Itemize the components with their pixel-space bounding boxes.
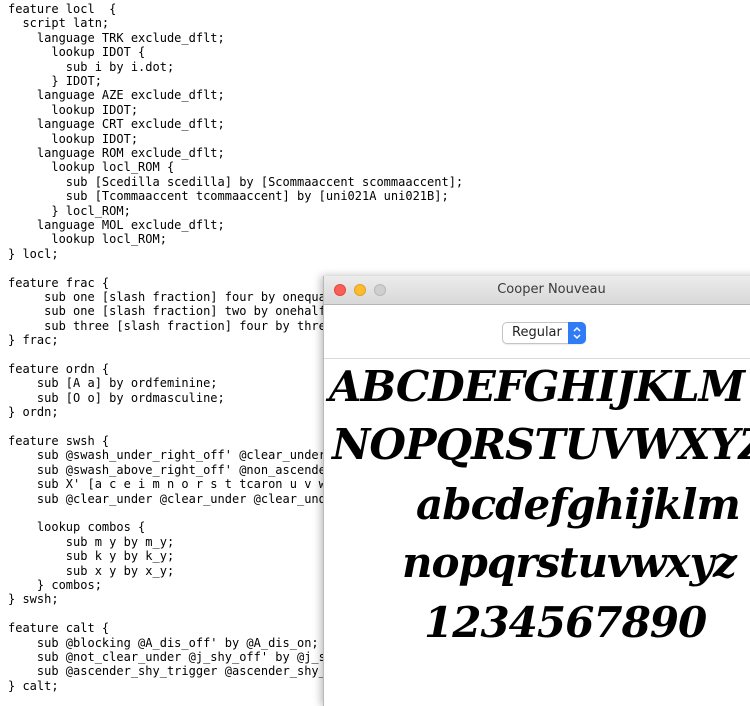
code-line: feature ordn { <box>8 362 110 376</box>
code-line: lookup IDOT { <box>8 45 146 60</box>
code-line: feature frac { <box>8 275 110 290</box>
code-line: script latn; <box>8 16 110 31</box>
code-line: sub one [slash fraction] four by onequar… <box>8 290 363 304</box>
glyph-preview: ABCDEFGHIJKLM NOPQRSTUVWXYZ abcdefghijkl… <box>324 359 750 706</box>
updown-chevron-icon <box>573 326 581 340</box>
select-stepper[interactable] <box>568 322 586 344</box>
glyph-row-lowercase-1: abcdefghijklm <box>416 480 741 529</box>
glyph-row-uppercase-1: ABCDEFGHIJKLM <box>329 362 745 411</box>
code-line: feature calt { <box>8 621 110 636</box>
code-line: sub [Scedilla scedilla] by [Scommaaccent… <box>8 174 464 189</box>
code-line: sub [Tcommaaccent tcommaaccent] by [uni0… <box>8 189 449 204</box>
code-line: sub k y by k_y; <box>8 549 175 564</box>
code-line: lookup locl_ROM; <box>8 232 167 247</box>
code-line: feature swsh { <box>8 434 110 448</box>
code-line: feature locl { <box>8 2 117 16</box>
glyph-row-numerals: 1234567890 <box>424 598 707 647</box>
code-line: sub i by i.dot; <box>8 59 175 74</box>
code-line: sub x y by x_y; <box>8 563 175 578</box>
code-line: language CRT exclude_dflt; <box>8 117 225 132</box>
code-line: sub [A a] by ordfeminine; <box>8 376 218 391</box>
code-line: sub @not_clear_under @j_shy_off' by @j_s… <box>8 650 370 664</box>
code-line: sub @blocking @A_dis_off' by @A_dis_on; <box>8 635 319 650</box>
code-line: } combos; <box>8 578 102 592</box>
code-line: } frac; <box>8 333 59 348</box>
code-line: sub one [slash fraction] two by onehalf; <box>8 304 334 319</box>
code-line: } IDOT; <box>8 74 102 88</box>
code-line: } locl; <box>8 246 59 261</box>
code-line: lookup IDOT; <box>8 131 139 146</box>
code-line: lookup combos { <box>8 520 146 535</box>
toolbar: Regular <box>324 305 750 359</box>
code-line: language AZE exclude_dflt; <box>8 88 225 103</box>
code-line: language TRK exclude_dflt; <box>8 30 225 45</box>
glyph-row-lowercase-2: nopqrstuvwxyz <box>402 538 737 587</box>
font-preview-window: Cooper Nouveau Regular ABCDEFGHIJKLM NOP… <box>323 276 750 706</box>
code-line: } swsh; <box>8 592 59 607</box>
style-select-value: Regular <box>512 325 562 340</box>
code-line: sub [O o] by ordmasculine; <box>8 390 225 405</box>
code-line: sub m y by m_y; <box>8 534 175 549</box>
style-select[interactable]: Regular <box>502 322 586 344</box>
title-bar[interactable]: Cooper Nouveau <box>324 276 750 305</box>
code-line: } calt; <box>8 678 59 693</box>
code-line: language MOL exclude_dflt; <box>8 218 225 232</box>
window-title: Cooper Nouveau <box>497 282 606 297</box>
code-line: language ROM exclude_dflt; <box>8 146 225 160</box>
glyph-row-uppercase-2: NOPQRSTUVWXYZ <box>332 420 750 469</box>
code-line: lookup IDOT; <box>8 102 139 117</box>
code-line: lookup locl_ROM { <box>8 160 175 175</box>
code-line: } ordn; <box>8 405 59 420</box>
code-line: } locl_ROM; <box>8 203 131 218</box>
